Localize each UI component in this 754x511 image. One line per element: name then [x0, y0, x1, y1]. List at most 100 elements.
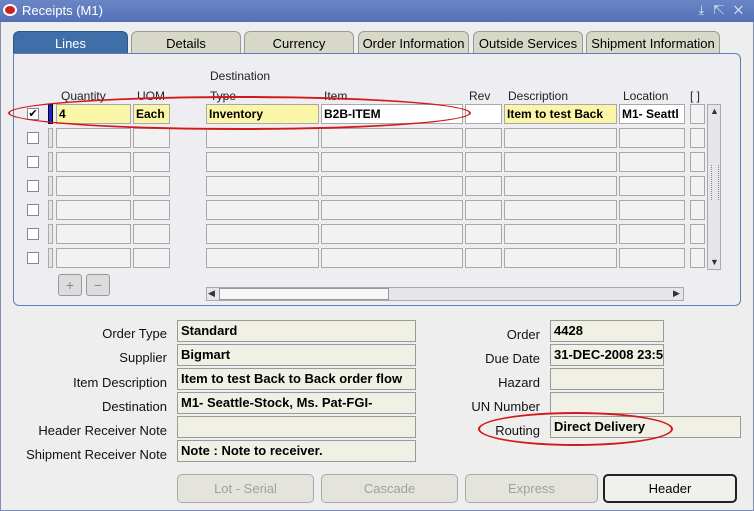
header-button[interactable]: Header — [603, 474, 737, 503]
current-record-indicator[interactable] — [48, 104, 53, 124]
lot-serial-button[interactable]: Lot - Serial — [177, 474, 314, 503]
grid-cell[interactable] — [690, 152, 705, 172]
tab-details[interactable]: Details — [131, 31, 241, 53]
tab-order-information[interactable]: Order Information — [358, 31, 469, 53]
express-button[interactable]: Express — [465, 474, 598, 503]
row-dff-field[interactable] — [690, 104, 705, 124]
grid-cell[interactable] — [321, 248, 463, 268]
horizontal-scroll-thumb[interactable] — [219, 288, 389, 300]
grid-cell[interactable] — [56, 248, 131, 268]
tab-lines[interactable]: Lines — [13, 31, 128, 53]
order-number-field[interactable]: 4428 — [550, 320, 664, 342]
grid-cell[interactable] — [504, 248, 617, 268]
grid-cell[interactable] — [56, 152, 131, 172]
grid-cell[interactable] — [133, 176, 170, 196]
remove-row-button[interactable]: − — [86, 274, 110, 296]
shipment-receiver-note-field[interactable]: Note : Note to receiver. — [177, 440, 416, 462]
grid-cell[interactable] — [56, 200, 131, 220]
grid-cell[interactable] — [504, 224, 617, 244]
grid-cell[interactable] — [619, 200, 685, 220]
item-field[interactable]: B2B-ITEM — [321, 104, 463, 124]
due-date-field[interactable]: 31-DEC-2008 23:59 — [550, 344, 664, 366]
grid-cell[interactable] — [321, 176, 463, 196]
grid-cell[interactable] — [465, 128, 502, 148]
grid-cell[interactable] — [504, 176, 617, 196]
row-select-checkbox[interactable] — [27, 132, 39, 144]
tab-shipment-information[interactable]: Shipment Information — [586, 31, 720, 53]
grid-cell[interactable] — [690, 176, 705, 196]
grid-cell[interactable] — [504, 200, 617, 220]
grid-cell[interactable] — [133, 128, 170, 148]
grid-cell[interactable] — [206, 224, 319, 244]
grid-cell[interactable] — [206, 128, 319, 148]
grid-cell[interactable] — [690, 248, 705, 268]
description-field[interactable]: Item to test Back — [504, 104, 617, 124]
grid-cell[interactable] — [133, 152, 170, 172]
scroll-down-icon[interactable]: ▼ — [710, 257, 719, 267]
grid-cell[interactable] — [619, 152, 685, 172]
rev-field[interactable] — [465, 104, 502, 124]
grid-cell[interactable] — [56, 128, 131, 148]
routing-field[interactable]: Direct Delivery — [550, 416, 741, 438]
destination-field[interactable]: M1- Seattle-Stock, Ms. Pat-FGI- — [177, 392, 416, 414]
record-indicator[interactable] — [48, 224, 53, 244]
grid-cell[interactable] — [690, 224, 705, 244]
tab-currency[interactable]: Currency — [244, 31, 354, 53]
record-indicator[interactable] — [48, 152, 53, 172]
row-select-checkbox[interactable] — [27, 204, 39, 216]
window-controls[interactable]: ⤓ ⇱ ✕ — [699, 3, 746, 18]
add-row-button[interactable]: + — [58, 274, 82, 296]
grid-cell[interactable] — [465, 248, 502, 268]
scroll-up-icon[interactable]: ▲ — [710, 106, 719, 116]
grid-cell[interactable] — [619, 128, 685, 148]
grid-cell[interactable] — [206, 176, 319, 196]
scroll-thumb[interactable] — [711, 165, 719, 200]
row-select-checkbox[interactable] — [27, 252, 39, 264]
grid-cell[interactable] — [321, 152, 463, 172]
header-receiver-note-field[interactable] — [177, 416, 416, 438]
uom-field[interactable]: Each — [133, 104, 170, 124]
record-indicator[interactable] — [48, 200, 53, 220]
record-indicator[interactable] — [48, 248, 53, 268]
scroll-left-icon[interactable]: ◀ — [208, 288, 215, 299]
grid-cell[interactable] — [133, 248, 170, 268]
location-field[interactable]: M1- Seattl — [619, 104, 685, 124]
grid-cell[interactable] — [619, 248, 685, 268]
scroll-right-icon[interactable]: ▶ — [673, 288, 680, 299]
grid-cell[interactable] — [321, 128, 463, 148]
supplier-field[interactable]: Bigmart — [177, 344, 416, 366]
order-type-field[interactable]: Standard — [177, 320, 416, 342]
row-select-checkbox[interactable] — [27, 228, 39, 240]
grid-cell[interactable] — [206, 152, 319, 172]
quantity-field[interactable]: 4 — [56, 104, 131, 124]
grid-cell[interactable] — [619, 224, 685, 244]
folder-icon[interactable]: [ ] — [690, 89, 700, 103]
grid-cell[interactable] — [465, 176, 502, 196]
record-indicator[interactable] — [48, 176, 53, 196]
cascade-button[interactable]: Cascade — [321, 474, 458, 503]
row-select-checkbox[interactable] — [27, 180, 39, 192]
row-select-checkbox[interactable]: ✔ — [27, 108, 39, 120]
un-number-field[interactable] — [550, 392, 664, 414]
grid-cell[interactable] — [504, 128, 617, 148]
grid-cell[interactable] — [619, 176, 685, 196]
row-select-checkbox[interactable] — [27, 156, 39, 168]
grid-cell[interactable] — [133, 224, 170, 244]
tab-outside-services[interactable]: Outside Services — [473, 31, 583, 53]
grid-cell[interactable] — [690, 200, 705, 220]
grid-cell[interactable] — [133, 200, 170, 220]
grid-cell[interactable] — [206, 248, 319, 268]
destination-type-field[interactable]: Inventory — [206, 104, 319, 124]
hazard-field[interactable] — [550, 368, 664, 390]
grid-cell[interactable] — [465, 200, 502, 220]
grid-cell[interactable] — [56, 224, 131, 244]
grid-cell[interactable] — [504, 152, 617, 172]
grid-cell[interactable] — [321, 224, 463, 244]
grid-cell[interactable] — [321, 200, 463, 220]
grid-cell[interactable] — [465, 224, 502, 244]
grid-cell[interactable] — [690, 128, 705, 148]
grid-cell[interactable] — [56, 176, 131, 196]
item-description-field[interactable]: Item to test Back to Back order flow — [177, 368, 416, 390]
grid-cell[interactable] — [465, 152, 502, 172]
record-indicator[interactable] — [48, 128, 53, 148]
